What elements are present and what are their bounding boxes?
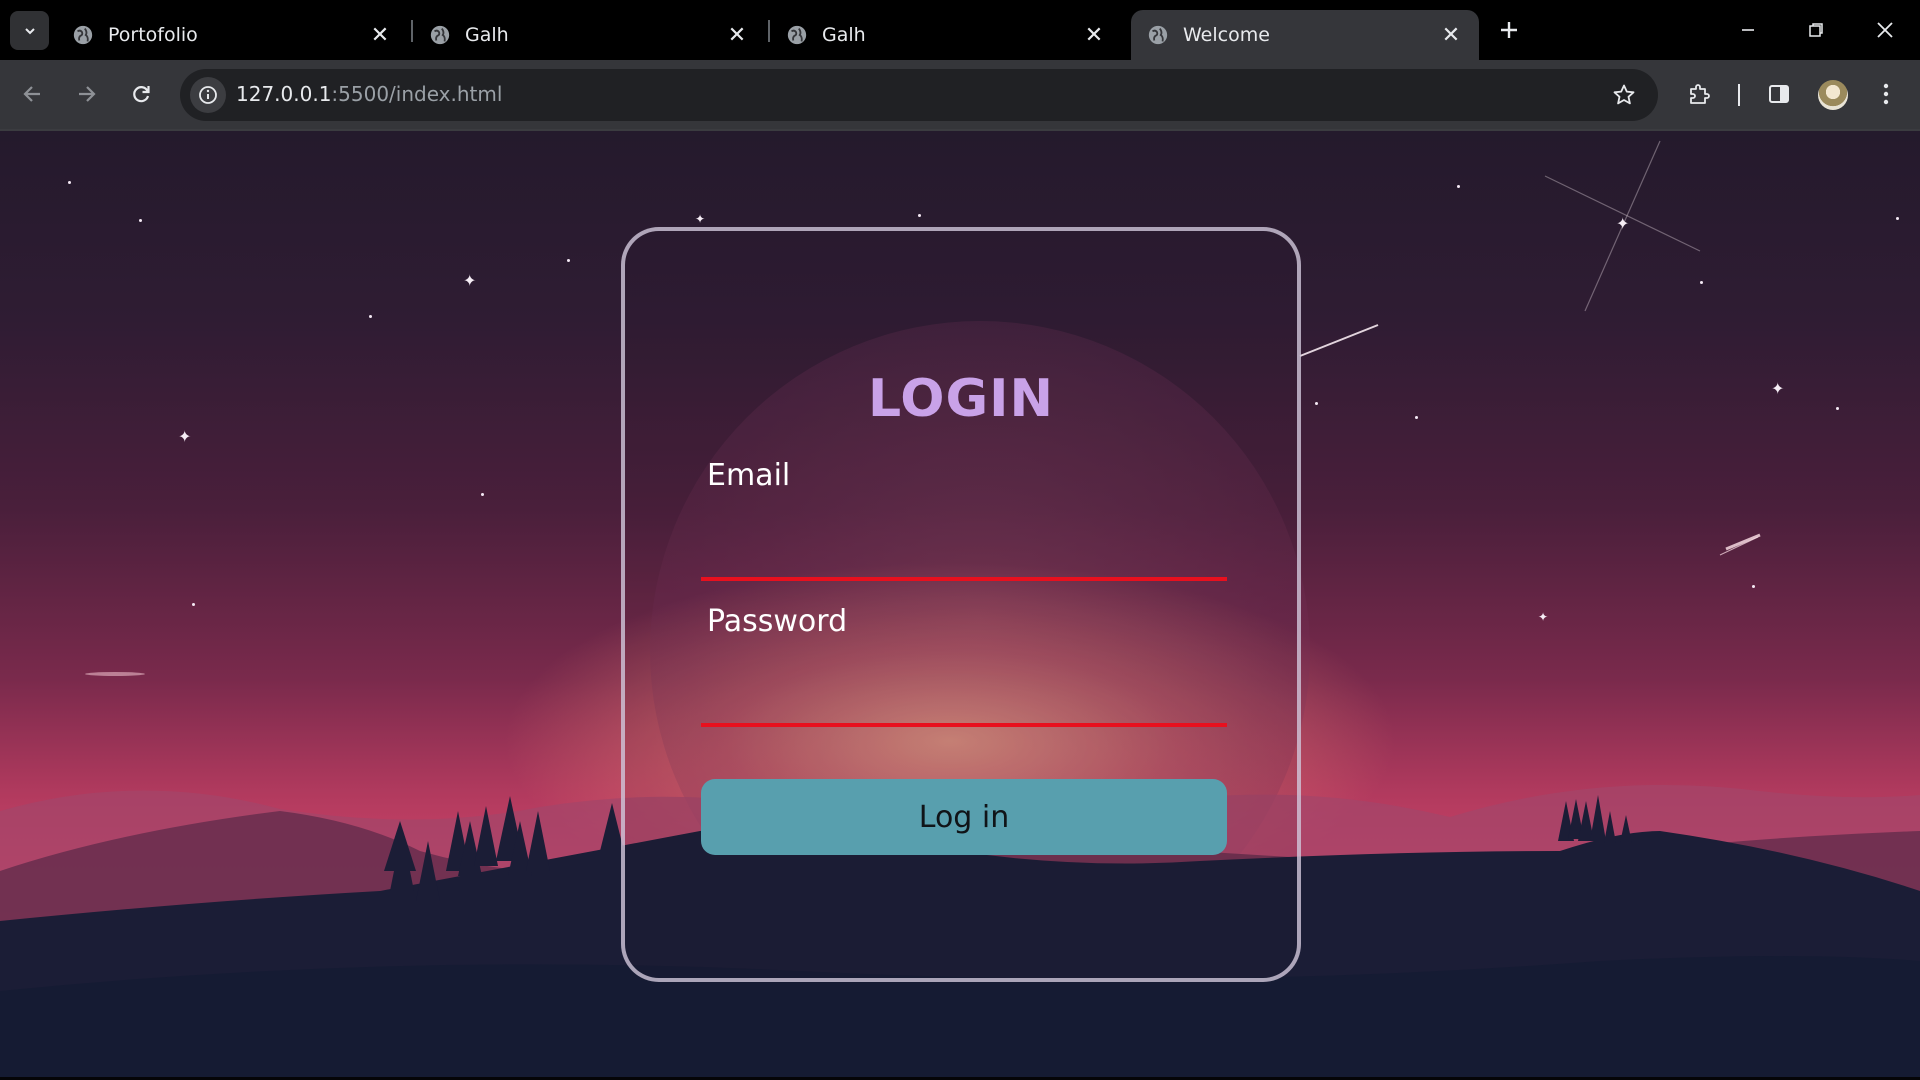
- globe-icon: [430, 25, 450, 45]
- url-host: 127.0.0.1: [236, 82, 332, 106]
- tab-portofolio[interactable]: Portofolio ✕: [56, 10, 408, 60]
- star-icon: [1613, 84, 1635, 105]
- email-label: Email: [707, 458, 791, 493]
- chevron-down-icon: [24, 27, 35, 34]
- new-tab-button[interactable]: [1491, 12, 1527, 48]
- arrow-right-icon: [79, 86, 96, 102]
- tab-welcome[interactable]: Welcome ✕: [1131, 10, 1479, 60]
- arrow-left-icon: [23, 86, 40, 102]
- close-icon[interactable]: ✕: [1437, 21, 1465, 49]
- reload-button[interactable]: [121, 74, 161, 114]
- url-path: :5500/index.html: [331, 82, 503, 106]
- close-icon[interactable]: ✕: [723, 21, 751, 49]
- login-card: LOGIN Email Password Log in: [621, 227, 1301, 982]
- toolbar-divider: [1738, 84, 1740, 106]
- tab-title: Portofolio: [108, 24, 198, 46]
- tab-title: Galh: [465, 24, 509, 46]
- login-button[interactable]: Log in: [701, 779, 1227, 855]
- login-title: LOGIN: [867, 369, 1055, 429]
- extensions-button[interactable]: [1679, 74, 1719, 114]
- bookmark-button[interactable]: [1610, 81, 1638, 109]
- side-panel-icon: [1769, 85, 1789, 103]
- globe-icon: [73, 25, 93, 45]
- password-field[interactable]: [701, 667, 1227, 727]
- globe-icon: [787, 25, 807, 45]
- forward-button[interactable]: [66, 74, 106, 114]
- minimize-icon: [1742, 29, 1754, 31]
- close-icon: [1877, 22, 1893, 38]
- restore-icon: [1809, 23, 1823, 37]
- reload-icon: [133, 86, 150, 103]
- globe-icon: [1148, 25, 1168, 45]
- tab-galh-2[interactable]: Galh ✕: [770, 10, 1122, 60]
- page-background: ✦ ✦ ✦ ✦ ✦ ✦ LOGIN Email Password Log in: [0, 131, 1920, 1077]
- browser-toolbar: 127.0.0.1:5500/index.html: [0, 60, 1920, 129]
- window-close-button[interactable]: [1855, 8, 1915, 52]
- tab-strip: Portofolio ✕ Galh ✕ Galh ✕ Welcome ✕: [0, 0, 1920, 60]
- back-button[interactable]: [13, 74, 53, 114]
- puzzle-icon: [1690, 84, 1710, 104]
- close-icon[interactable]: ✕: [1080, 21, 1108, 49]
- tab-title: Welcome: [1183, 24, 1270, 46]
- password-label: Password: [707, 604, 848, 639]
- minimize-button[interactable]: [1718, 8, 1778, 52]
- tab-galh-1[interactable]: Galh ✕: [413, 10, 765, 60]
- menu-button[interactable]: [1866, 74, 1906, 114]
- url-text[interactable]: 127.0.0.1:5500/index.html: [236, 82, 502, 106]
- side-panel-button[interactable]: [1759, 74, 1799, 114]
- kebab-menu-icon: [1883, 83, 1889, 105]
- close-icon[interactable]: ✕: [366, 21, 394, 49]
- tab-search-button[interactable]: [10, 11, 49, 50]
- avatar[interactable]: [1818, 80, 1848, 110]
- email-field[interactable]: [701, 521, 1227, 581]
- tab-title: Galh: [822, 24, 866, 46]
- info-icon: [199, 86, 217, 104]
- address-bar[interactable]: 127.0.0.1:5500/index.html: [180, 69, 1658, 121]
- plus-icon: [1501, 22, 1517, 38]
- restore-button[interactable]: [1786, 8, 1846, 52]
- site-info-button[interactable]: [190, 77, 226, 113]
